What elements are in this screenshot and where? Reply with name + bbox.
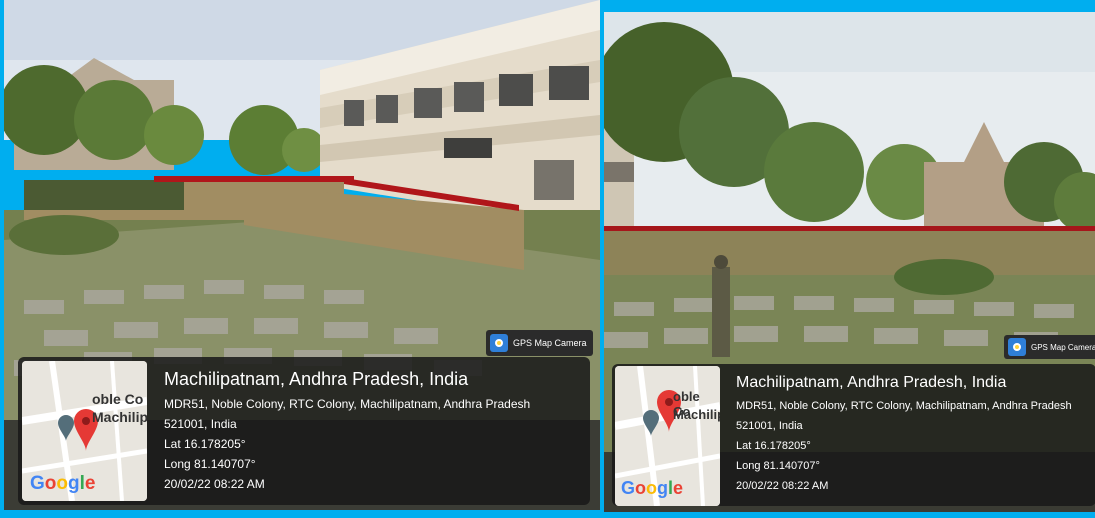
gps-badge-label: GPS Map Camera — [513, 338, 587, 348]
gps-badge-label: GPS Map Camera — [1031, 342, 1095, 352]
location-info-panel: oble Co Machilip Google Machilipatnam, A… — [18, 357, 590, 505]
map-thumbnail: oble Co Machilip Google — [22, 361, 147, 501]
place-name: Machilipatnam, Andhra Pradesh, India — [736, 374, 1007, 391]
google-logo: Google — [621, 478, 684, 498]
address-line: MDR51, Noble Colony, RTC Colony, Machili… — [736, 400, 1072, 412]
address-line: MDR51, Noble Colony, RTC Colony, Machili… — [164, 397, 531, 411]
geotagged-photo-right: GPS Map Camera oble Co Machilip Google M… — [604, 12, 1095, 512]
timestamp: 20/02/22 08:22 AM — [164, 477, 265, 491]
map-pin-app-icon — [490, 334, 508, 352]
postal-line: 521001, India — [164, 417, 237, 431]
geotagged-photo-left: GPS Map Camera oble Co Machilip Google M… — [4, 0, 600, 510]
location-info-panel: oble Co Machilip Google Machilipatnam, A… — [612, 364, 1095, 506]
longitude: Long 81.140707° — [164, 457, 256, 471]
gps-map-camera-badge: GPS Map Camera — [1004, 335, 1095, 359]
gps-map-camera-badge: GPS Map Camera — [486, 330, 593, 356]
location-details: Machilipatnam, Andhra Pradesh, India MDR… — [164, 369, 530, 494]
photo-collage: GPS Map Camera oble Co Machilip Google M… — [0, 0, 1095, 518]
map-street-label-2: Machilip — [673, 407, 720, 422]
place-name: Machilipatnam, Andhra Pradesh, India — [164, 369, 469, 389]
latitude: Lat 16.178205° — [736, 440, 811, 452]
map-pin-app-icon — [1008, 338, 1026, 356]
timestamp: 20/02/22 08:22 AM — [736, 480, 829, 492]
map-street-label-1: oble Co — [92, 391, 144, 407]
map-street-label-2: Machilip — [92, 409, 147, 425]
location-details: Machilipatnam, Andhra Pradesh, India MDR… — [736, 374, 1072, 496]
longitude: Long 81.140707° — [736, 460, 820, 472]
postal-line: 521001, India — [736, 420, 803, 432]
google-logo: Google — [30, 473, 96, 494]
latitude: Lat 16.178205° — [164, 437, 246, 451]
map-thumbnail: oble Co Machilip Google — [615, 366, 720, 506]
